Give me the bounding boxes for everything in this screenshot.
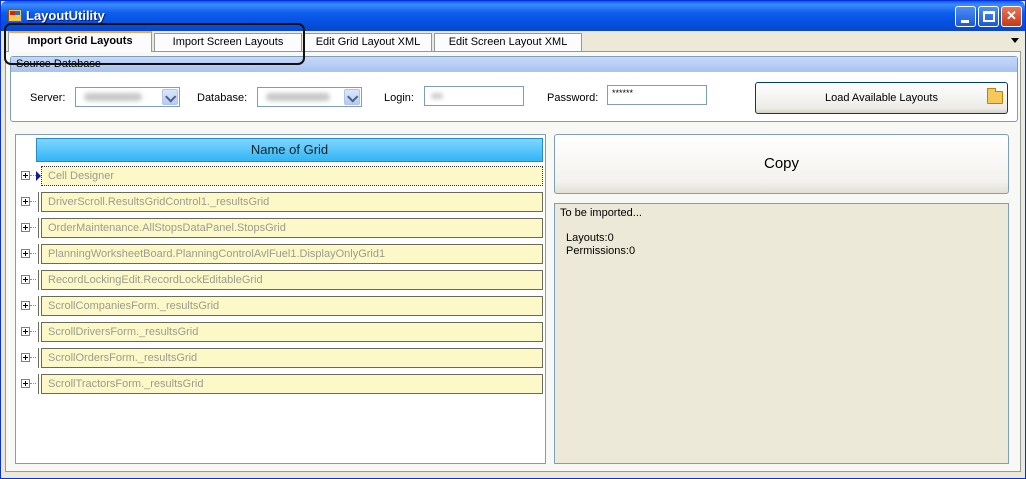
grid-row-label[interactable]: ScrollTractorsForm._resultsGrid — [41, 374, 543, 394]
row-selector — [38, 244, 40, 264]
login-field[interactable] — [424, 86, 524, 106]
expand-icon[interactable] — [21, 353, 30, 362]
expand-icon[interactable] — [21, 301, 30, 310]
app-icon — [8, 9, 22, 22]
load-available-layouts-button[interactable]: Load Available Layouts — [755, 82, 1008, 114]
login-value-redacted — [431, 93, 443, 99]
grid-tree-panel[interactable]: Name of Grid Cell Designer DriverScroll.… — [15, 134, 546, 464]
tree-connector — [30, 201, 36, 202]
list-item[interactable]: ScrollCompaniesForm._resultsGrid — [20, 296, 543, 316]
database-combo[interactable] — [257, 87, 362, 107]
maximize-button[interactable] — [978, 6, 999, 27]
load-button-label: Load Available Layouts — [825, 92, 938, 104]
grid-row-label[interactable]: DriverScroll.ResultsGridControl1._result… — [41, 192, 543, 212]
tab-edit-screen-layout-xml[interactable]: Edit Screen Layout XML — [434, 33, 582, 51]
tab-overflow-dropdown-icon[interactable] — [1010, 35, 1020, 45]
permissions-count: Permissions:0 — [566, 245, 636, 257]
app-window: LayoutUtility ✕ Import Grid Layouts Impo… — [0, 0, 1026, 479]
grid-row-label[interactable]: ScrollOrdersForm._resultsGrid — [41, 348, 543, 368]
grid-row-label[interactable]: Cell Designer — [41, 166, 543, 186]
copy-button[interactable]: Copy — [554, 134, 1009, 194]
minimize-icon — [961, 20, 969, 23]
layouts-count: Layouts:0 — [566, 232, 614, 244]
folder-open-icon — [987, 88, 1003, 104]
tree-connector — [30, 331, 36, 332]
tree-connector — [30, 357, 36, 358]
row-selector — [38, 348, 40, 368]
tree-connector — [30, 253, 36, 254]
import-status-panel: To be imported... Layouts:0 Permissions:… — [554, 203, 1009, 464]
list-item[interactable]: ScrollTractorsForm._resultsGrid — [20, 374, 543, 394]
row-selector — [38, 296, 40, 316]
chevron-down-icon[interactable] — [344, 89, 360, 105]
row-selector — [38, 192, 40, 212]
minimize-button[interactable] — [955, 6, 976, 27]
row-selector — [38, 218, 40, 238]
close-button[interactable]: ✕ — [1001, 6, 1022, 27]
status-title: To be imported... — [560, 207, 642, 219]
list-item[interactable]: ScrollDriversForm._resultsGrid — [20, 322, 543, 342]
expand-icon[interactable] — [21, 275, 30, 284]
grid-row-label[interactable]: ScrollDriversForm._resultsGrid — [41, 322, 543, 342]
password-label: Password: — [547, 92, 599, 104]
server-label: Server: — [30, 92, 66, 104]
grid-column-header[interactable]: Name of Grid — [36, 138, 543, 162]
grid-row-label[interactable]: ScrollCompaniesForm._resultsGrid — [41, 296, 543, 316]
grid-row-label[interactable]: PlanningWorksheetBoard.PlanningControlAv… — [41, 244, 543, 264]
grid-row-label[interactable]: RecordLockingEdit.RecordLockEditableGrid — [41, 270, 543, 290]
list-item[interactable]: Cell Designer — [20, 166, 543, 186]
expand-icon[interactable] — [21, 327, 30, 336]
list-item[interactable]: ScrollOrdersForm._resultsGrid — [20, 348, 543, 368]
list-item[interactable]: DriverScroll.ResultsGridControl1._result… — [20, 192, 543, 212]
login-label: Login: — [384, 92, 414, 104]
expand-icon[interactable] — [21, 223, 30, 232]
row-selector — [38, 322, 40, 342]
close-icon: ✕ — [1006, 8, 1017, 23]
window-title: LayoutUtility — [26, 8, 105, 23]
database-value-redacted — [266, 93, 330, 101]
maximize-icon — [983, 11, 995, 22]
database-label: Database: — [197, 92, 248, 104]
row-selector — [38, 270, 40, 290]
expand-icon[interactable] — [21, 171, 30, 180]
expand-icon[interactable] — [21, 197, 30, 206]
chevron-down-icon[interactable] — [162, 89, 178, 105]
password-field[interactable]: ****** — [607, 85, 707, 105]
grid-row-label[interactable]: OrderMaintenance.AllStopsDataPanel.Stops… — [41, 218, 543, 238]
tree-connector — [30, 279, 36, 280]
row-selector — [38, 374, 40, 394]
expand-icon[interactable] — [21, 379, 30, 388]
server-value-redacted — [84, 93, 142, 101]
tab-edit-grid-layout-xml[interactable]: Edit Grid Layout XML — [304, 33, 432, 51]
tab-highlight-annotation — [4, 23, 305, 65]
tree-connector — [30, 383, 36, 384]
list-item[interactable]: PlanningWorksheetBoard.PlanningControlAv… — [20, 244, 543, 264]
tree-connector — [30, 305, 36, 306]
tree-connector — [30, 227, 36, 228]
expand-icon[interactable] — [21, 249, 30, 258]
list-item[interactable]: OrderMaintenance.AllStopsDataPanel.Stops… — [20, 218, 543, 238]
list-item[interactable]: RecordLockingEdit.RecordLockEditableGrid — [20, 270, 543, 290]
server-combo[interactable] — [75, 87, 180, 107]
